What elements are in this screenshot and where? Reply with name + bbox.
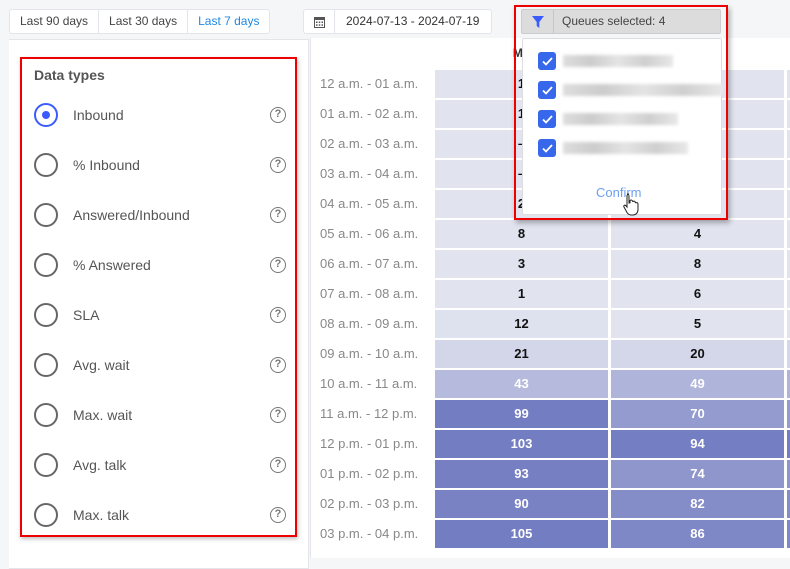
checkbox-checked-icon[interactable] [538,110,556,128]
time-slot-label: 01 p.m. - 02 p.m. [320,466,419,481]
data-type-label: Inbound [73,107,124,123]
queue-option[interactable] [538,81,723,99]
heatmap-cell: 4 [611,220,784,248]
data-type-label: % Inbound [73,157,140,173]
data-type-label: Max. wait [73,407,133,423]
hand-cursor-icon [623,193,639,216]
data-type-label: Answered/Inbound [73,207,190,223]
heatmap-cell: 20 [611,340,784,368]
time-slot-label: 05 a.m. - 06 a.m. [320,226,419,241]
heatmap-cell: 3 [435,250,608,278]
time-slot-label: 02 p.m. - 03 p.m. [320,496,419,511]
queue-option[interactable] [538,110,678,128]
heatmap-cell: 1 [435,280,608,308]
data-type-label: Avg. wait [73,357,130,373]
queue-name-redacted [563,84,723,96]
heatmap-cell: 21 [435,340,608,368]
radio-button[interactable] [34,253,58,277]
radio-button[interactable] [34,203,58,227]
time-slot-label: 03 p.m. - 04 p.m. [320,526,419,541]
heatmap-cell: 99 [435,400,608,428]
time-slot-label: 01 a.m. - 02 a.m. [320,106,419,121]
heatmap-cell: 74 [611,460,784,488]
queue-name-redacted [563,142,688,154]
heatmap-cell: 8 [435,220,608,248]
time-slot-label: 09 a.m. - 10 a.m. [320,346,419,361]
heatmap-cell: 70 [611,400,784,428]
heatmap-cell: 12 [435,310,608,338]
heatmap-cell: 94 [611,430,784,458]
data-type-label: Avg. talk [73,457,127,473]
last-90-days-button[interactable]: Last 90 days [10,10,100,33]
heatmap-cell: 8 [611,250,784,278]
queue-option[interactable] [538,52,673,70]
data-type-option[interactable]: % Answered? [34,253,286,277]
radio-button[interactable] [34,303,58,327]
heatmap-cell: 82 [611,490,784,518]
help-circle-icon[interactable]: ? [270,457,286,473]
data-type-label: Max. talk [73,507,130,523]
heatmap-cell: 6 [611,280,784,308]
help-circle-icon[interactable]: ? [270,107,286,123]
data-type-option[interactable]: Max. talk? [34,503,286,527]
help-circle-icon[interactable]: ? [270,507,286,523]
heatmap-cell: 90 [435,490,608,518]
last-7-days-button[interactable]: Last 7 days [188,10,269,33]
time-slot-label: 12 a.m. - 01 a.m. [320,76,419,91]
queue-name-redacted [563,55,673,67]
time-slot-label: 08 a.m. - 09 a.m. [320,316,419,331]
heatmap-cell: 43 [435,370,608,398]
time-slot-label: 07 a.m. - 08 a.m. [320,286,419,301]
time-slot-label: 10 a.m. - 11 a.m. [320,376,418,391]
time-slot-label: 06 a.m. - 07 a.m. [320,256,419,271]
last-30-days-button[interactable]: Last 30 days [99,10,189,33]
heatmap-cell: 93 [435,460,608,488]
time-slot-label: 11 a.m. - 12 p.m. [320,406,418,421]
help-circle-icon[interactable]: ? [270,157,286,173]
checkbox-checked-icon[interactable] [538,139,556,157]
date-range-value: 2024-07-13 - 2024-07-19 [346,14,480,28]
data-type-option[interactable]: Avg. wait? [34,353,286,377]
checkbox-checked-icon[interactable] [538,52,556,70]
radio-button[interactable] [34,153,58,177]
radio-button[interactable] [34,453,58,477]
date-range-presets: Last 90 days Last 30 days Last 7 days [9,9,271,34]
queue-name-redacted [563,113,678,125]
data-types-title: Data types [34,67,105,83]
data-type-option[interactable]: Answered/Inbound? [34,203,286,227]
radio-button[interactable] [34,403,58,427]
heatmap-cell: 5 [611,310,784,338]
heatmap-cell: 103 [435,430,608,458]
radio-button[interactable] [34,103,58,127]
checkbox-checked-icon[interactable] [538,81,556,99]
help-circle-icon[interactable]: ? [270,407,286,423]
data-type-label: SLA [73,307,100,323]
heatmap-cell: 86 [611,520,784,548]
data-type-option[interactable]: Max. wait? [34,403,286,427]
date-range-picker[interactable]: 2024-07-13 - 2024-07-19 [303,9,492,34]
time-slot-label: 04 a.m. - 05 a.m. [320,196,419,211]
data-type-label: % Answered [73,257,151,273]
heatmap-cell: 105 [435,520,608,548]
data-type-option[interactable]: Inbound? [34,103,286,127]
time-slot-label: 02 a.m. - 03 a.m. [320,136,419,151]
queue-filter-button[interactable]: Queues selected: 4 [521,9,721,34]
filter-icon [522,10,554,33]
time-slot-label: 03 a.m. - 04 a.m. [320,166,419,181]
data-type-option[interactable]: % Inbound? [34,153,286,177]
help-circle-icon[interactable]: ? [270,307,286,323]
radio-button[interactable] [34,503,58,527]
queue-option[interactable] [538,139,688,157]
heatmap-cell: 49 [611,370,784,398]
help-circle-icon[interactable]: ? [270,257,286,273]
help-circle-icon[interactable]: ? [270,207,286,223]
data-type-option[interactable]: SLA? [34,303,286,327]
time-slot-label: 12 p.m. - 01 p.m. [320,436,419,451]
queues-selected-label: Queues selected: 4 [562,14,666,28]
calendar-icon[interactable] [304,10,335,33]
help-circle-icon[interactable]: ? [270,357,286,373]
data-type-option[interactable]: Avg. talk? [34,453,286,477]
radio-button[interactable] [34,353,58,377]
